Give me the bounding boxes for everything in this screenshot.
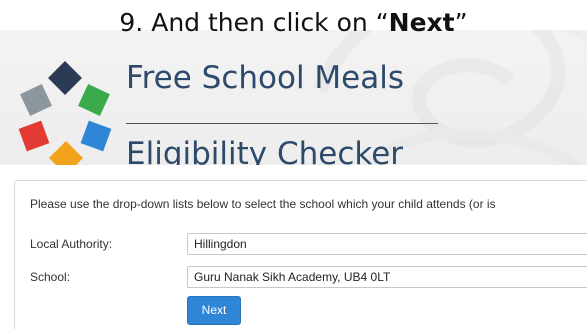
next-button[interactable]: Next: [187, 296, 241, 325]
title-line-1: Free School Meals: [126, 60, 404, 96]
local-authority-label: Local Authority:: [30, 237, 113, 251]
caption-number: 9.: [119, 8, 144, 37]
free-school-meals-logo: [18, 61, 112, 165]
page-header: Free School Meals Eligibility Checker: [0, 30, 587, 165]
school-label: School:: [30, 270, 71, 284]
caption-emphasis: Next: [388, 8, 455, 37]
school-selection-panel: Please use the drop-down lists below to …: [14, 180, 587, 329]
title-line-2: Eligibility Checker: [126, 136, 404, 165]
title-divider: [126, 123, 438, 124]
form-instructions: Please use the drop-down lists below to …: [30, 197, 496, 211]
instruction-caption: 9. And then click on “Next”: [0, 0, 587, 46]
caption-text: And then click on “Next”: [151, 8, 468, 37]
local-authority-select[interactable]: Hillingdon: [187, 233, 587, 255]
school-select[interactable]: Guru Nanak Sikh Academy, UB4 0LT: [187, 266, 587, 288]
